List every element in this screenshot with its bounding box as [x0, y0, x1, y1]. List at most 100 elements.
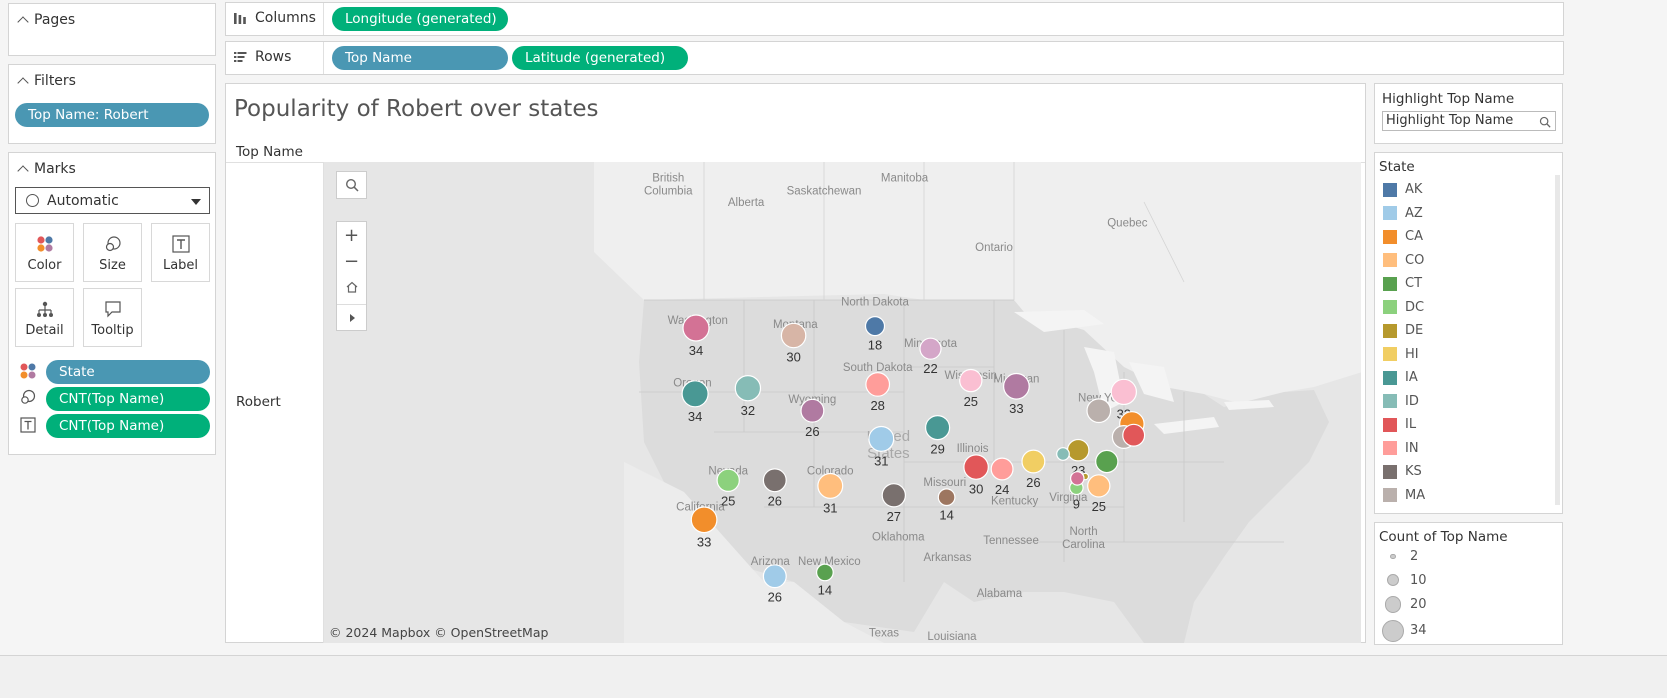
pan-arrow-icon[interactable]: [337, 304, 366, 330]
state-mark-dc[interactable]: [1069, 471, 1085, 486]
state-mark-nd[interactable]: [864, 316, 886, 337]
legend-item-ks[interactable]: KS: [1383, 464, 1422, 479]
filter-pill-top-name[interactable]: Top Name: Robert: [15, 103, 209, 127]
legend-item-il[interactable]: IL: [1383, 417, 1416, 432]
map-label-saskatchewan: Saskatchewan: [787, 186, 862, 198]
size-legend-label: 20: [1409, 596, 1427, 612]
pages-title: Pages: [34, 12, 76, 28]
state-mark-ne[interactable]: [868, 425, 895, 452]
legend-item-id[interactable]: ID: [1383, 394, 1419, 409]
state-mark-pa[interactable]: [1066, 438, 1090, 462]
search-icon[interactable]: [337, 172, 366, 198]
detail-button[interactable]: Detail: [15, 288, 74, 347]
state-mark-wy[interactable]: [800, 398, 825, 423]
base-map: [324, 162, 1361, 643]
marks-field-label[interactable]: CNT(Top Name): [46, 414, 210, 438]
mark-label-wi: 25: [964, 394, 978, 409]
columns-pill-longitude[interactable]: Longitude (generated): [332, 7, 508, 31]
size-legend-label: 2: [1409, 549, 1419, 564]
map-label-ontario: Ontario: [975, 242, 1013, 254]
map-label-virginia: Virginia: [1049, 492, 1088, 504]
rows-pill-top-name[interactable]: Top Name: [332, 46, 508, 70]
marks-header[interactable]: Marks: [17, 161, 76, 177]
state-mark-nv[interactable]: [716, 468, 740, 492]
rows-pill-latitude[interactable]: Latitude (generated): [512, 46, 688, 70]
legend-item-ma[interactable]: MA: [1383, 488, 1425, 503]
state-mark-ca[interactable]: [690, 506, 718, 534]
collapse-caret-icon: [17, 165, 29, 177]
state-mark-mo[interactable]: [937, 488, 956, 507]
filters-header[interactable]: Filters: [17, 73, 76, 89]
state-mark-wi[interactable]: [959, 368, 983, 393]
state-mark-il[interactable]: [963, 454, 989, 480]
legend-item-co[interactable]: CO: [1383, 253, 1424, 268]
detail-tree-icon: [36, 301, 53, 317]
state-mark-mi[interactable]: [1003, 372, 1030, 400]
legend-item-ca[interactable]: CA: [1383, 229, 1423, 244]
legend-item-hi[interactable]: HI: [1383, 347, 1419, 362]
map-search-control[interactable]: [336, 171, 367, 199]
mark-type-dropdown[interactable]: Automatic: [15, 187, 210, 214]
highlight-input[interactable]: Highlight Top Name: [1382, 111, 1556, 131]
mark-label-wy: 26: [805, 424, 819, 439]
marks-field-state[interactable]: State: [46, 360, 210, 384]
state-mark-vt[interactable]: [1110, 378, 1138, 406]
state-mark-nm[interactable]: [816, 563, 834, 582]
legend-item-az[interactable]: AZ: [1383, 206, 1423, 221]
legend-swatch: [1383, 206, 1397, 220]
label-button-label: Label: [162, 258, 199, 273]
pages-header[interactable]: Pages: [17, 12, 76, 28]
zoom-in-icon[interactable]: +: [337, 222, 366, 248]
state-mark-in[interactable]: [990, 457, 1014, 481]
size-button[interactable]: Size: [83, 223, 142, 282]
marks-field-size[interactable]: CNT(Top Name): [46, 387, 210, 411]
map-label-kentucky: Kentucky: [991, 496, 1039, 508]
mark-label-il: 30: [969, 481, 983, 496]
legend-item-ak[interactable]: AK: [1383, 182, 1422, 197]
state-mark-wv[interactable]: [1056, 447, 1070, 461]
zoom-out-icon[interactable]: −: [337, 248, 366, 274]
home-icon[interactable]: [337, 274, 366, 300]
label-button[interactable]: Label: [151, 223, 210, 282]
legend-item-ia[interactable]: IA: [1383, 370, 1418, 385]
size-icon: [21, 389, 36, 404]
mark-label-oh: 26: [1026, 475, 1040, 490]
state-mark-wa[interactable]: [682, 314, 710, 342]
map-label-texas: Texas: [869, 627, 899, 639]
size-legend-label: 10: [1409, 572, 1427, 588]
state-mark-ut[interactable]: [762, 468, 787, 493]
state-mark-mn[interactable]: [919, 337, 942, 360]
state-mark-id[interactable]: [734, 374, 762, 402]
state-mark-ri[interactable]: [1122, 423, 1146, 447]
state-mark-or[interactable]: [681, 380, 709, 408]
state-mark-de[interactable]: [1087, 474, 1111, 498]
state-mark-nj[interactable]: [1095, 449, 1119, 474]
state-mark-co[interactable]: [817, 472, 844, 499]
mark-label-mi: 33: [1009, 401, 1023, 416]
state-mark-mt[interactable]: [780, 322, 807, 349]
state-mark-sd[interactable]: [865, 371, 891, 397]
state-mark-oh[interactable]: [1021, 449, 1046, 474]
columns-shelf[interactable]: Columns Longitude (generated): [225, 2, 1564, 36]
mark-label-or: 34: [688, 409, 702, 424]
state-mark-ia[interactable]: [924, 415, 951, 441]
rows-shelf[interactable]: Rows Top Name Latitude (generated): [225, 41, 1564, 75]
legend-scrollbar[interactable]: [1555, 175, 1560, 505]
search-icon[interactable]: [1539, 116, 1551, 128]
legend-item-de[interactable]: DE: [1383, 323, 1423, 338]
tooltip-button[interactable]: Tooltip: [83, 288, 142, 347]
mark-label-mo: 14: [939, 508, 953, 523]
legend-label: DE: [1405, 323, 1424, 338]
state-mark-ny[interactable]: [1086, 398, 1112, 424]
mark-label-nd: 18: [868, 338, 882, 353]
legend-item-in[interactable]: IN: [1383, 441, 1419, 456]
color-button[interactable]: Color: [15, 223, 74, 282]
map-canvas[interactable]: British Columbia Alberta Saskatchewan Manito…: [323, 162, 1361, 643]
rows-shelf-label: Rows: [233, 49, 291, 65]
legend-item-ct[interactable]: CT: [1383, 276, 1422, 291]
state-mark-ks[interactable]: [881, 483, 907, 508]
legend-swatch: [1383, 276, 1397, 291]
mark-label-ia: 29: [930, 442, 944, 457]
state-mark-az[interactable]: [762, 564, 787, 589]
legend-item-dc[interactable]: DC: [1383, 300, 1424, 315]
